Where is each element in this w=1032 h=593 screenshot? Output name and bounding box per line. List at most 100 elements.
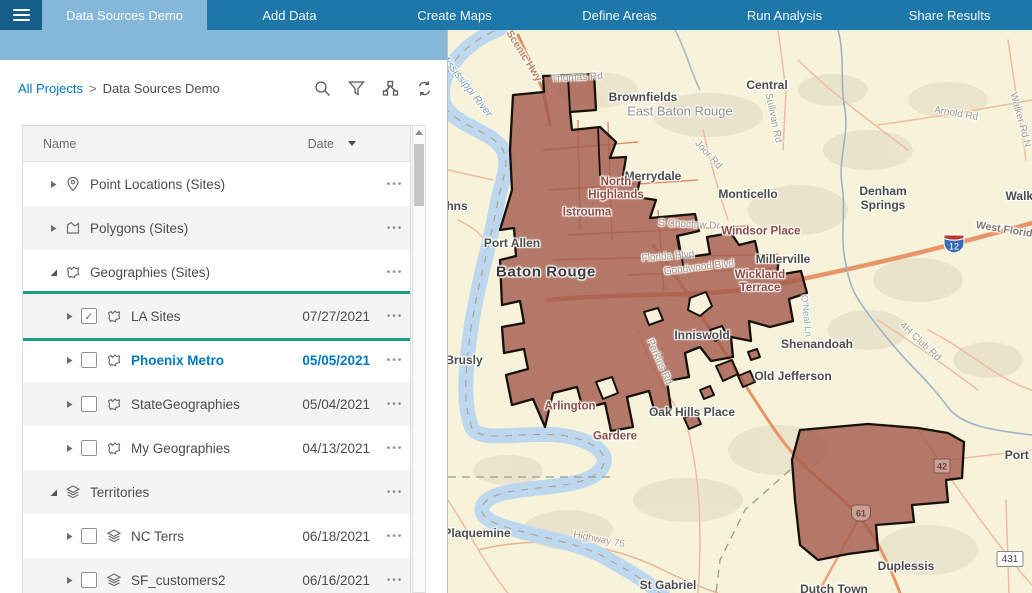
row-date: 06/18/2021: [302, 528, 370, 544]
checkbox-checked[interactable]: ✓: [81, 308, 97, 324]
map-label-oak-hills-place: Oak Hills Place: [648, 405, 736, 420]
pin-icon: [65, 176, 81, 192]
nav-tab-define-areas[interactable]: Define Areas: [537, 0, 702, 30]
list-scrollbar[interactable]: [412, 125, 426, 593]
expand-caret-icon[interactable]: [63, 576, 75, 585]
nav-tab-create-maps[interactable]: Create Maps: [372, 0, 537, 30]
map-label-s-choctaw-dr: S Choctaw Dr: [657, 217, 721, 232]
map-label-istrouma: Istrouma: [562, 206, 612, 219]
row-options-icon[interactable]: •••: [380, 311, 410, 322]
map-label-hns: hns: [448, 199, 468, 214]
row-name: SF_customers2: [131, 572, 226, 588]
map-label-st-gabriel: St Gabriel: [639, 578, 697, 593]
table-row-geographies-sites[interactable]: Geographies (Sites) •••: [23, 250, 410, 294]
date-column-header[interactable]: Date: [308, 137, 334, 151]
map-label-millerville: Millerville: [755, 252, 811, 267]
row-date: 05/04/2021: [302, 396, 370, 412]
expand-caret-icon[interactable]: [63, 444, 75, 453]
polygon-icon: [65, 220, 81, 236]
row-options-icon[interactable]: •••: [380, 487, 410, 498]
scroll-up-icon[interactable]: [415, 130, 423, 135]
table-row-territories[interactable]: Territories •••: [23, 470, 410, 514]
nav-tab-add-data[interactable]: Add Data: [207, 0, 372, 30]
map-label-old-jefferson: Old Jefferson: [754, 369, 832, 384]
checkbox-unchecked[interactable]: [81, 528, 97, 544]
map-labels: Brownfields Central East Baton Rouge Merryd…: [448, 30, 1032, 593]
breadcrumb-row: All Projects > Data Sources Demo: [0, 60, 447, 97]
checkbox-unchecked[interactable]: [81, 440, 97, 456]
row-options-icon[interactable]: •••: [380, 267, 410, 278]
expand-caret-icon[interactable]: [47, 224, 59, 233]
name-column-header: Name: [43, 136, 77, 151]
menu-icon[interactable]: [0, 0, 42, 30]
row-options-icon[interactable]: •••: [380, 223, 410, 234]
panel-toolbar: [314, 80, 433, 97]
table-row-la-sites[interactable]: ✓ LA Sites 07/27/2021 •••: [23, 291, 410, 341]
row-name: StateGeographies: [131, 396, 240, 412]
table-row-point-locations-sites[interactable]: Point Locations (Sites) •••: [23, 162, 410, 206]
expand-caret-icon[interactable]: [63, 312, 75, 321]
map-label-perkins-rd: Perkins Rd: [644, 337, 675, 387]
expand-caret-icon[interactable]: [47, 180, 59, 189]
geography-icon: [106, 308, 122, 324]
map-label-shenandoah: Shenandoah: [780, 337, 854, 352]
map-label-walker: Walker: [1005, 189, 1032, 204]
expand-caret-icon[interactable]: [63, 400, 75, 409]
breadcrumb-separator: >: [89, 81, 97, 96]
nav-tabs: Data Sources Demo Add Data Create Maps Defi…: [42, 0, 1032, 30]
row-options-icon[interactable]: •••: [380, 443, 410, 454]
breadcrumb: All Projects > Data Sources Demo: [18, 81, 314, 96]
map[interactable]: Brownfields Central East Baton Rouge Merryd…: [448, 30, 1032, 593]
checkbox-unchecked[interactable]: [81, 352, 97, 368]
table-row-polygons-sites[interactable]: Polygons (Sites) •••: [23, 206, 410, 250]
business-analyst-app: Data Sources Demo Add Data Create Maps Defi…: [0, 0, 1032, 593]
map-label-windsor-place: Windsor Place: [721, 225, 801, 238]
row-date: 07/27/2021: [302, 308, 370, 324]
row-name: Territories: [90, 484, 150, 500]
row-options-icon[interactable]: •••: [380, 355, 410, 366]
row-options-icon[interactable]: •••: [380, 179, 410, 190]
refresh-icon[interactable]: [416, 80, 433, 97]
expand-caret-icon[interactable]: [63, 356, 75, 365]
collapse-caret-icon[interactable]: [47, 488, 59, 497]
data-sources-panel: All Projects > Data Sources Demo Name Date…: [0, 30, 448, 593]
map-label-duplessis: Duplessis: [877, 559, 935, 574]
layers-icon: [65, 484, 81, 500]
table-row-phoenix-metro[interactable]: Phoenix Metro 05/05/2021 •••: [23, 338, 410, 382]
table-header: Name Date: [23, 126, 410, 162]
row-options-icon[interactable]: •••: [380, 575, 410, 586]
layers-icon: [106, 528, 122, 544]
expand-caret-icon[interactable]: [63, 532, 75, 541]
table-rows: Point Locations (Sites) ••• Polygons (Site…: [23, 162, 410, 593]
breadcrumb-all-projects-link[interactable]: All Projects: [18, 81, 83, 96]
checkbox-unchecked[interactable]: [81, 572, 97, 588]
table-row-sf-customers2[interactable]: SF_customers2 06/16/2021 •••: [23, 558, 410, 593]
geography-icon: [106, 396, 122, 412]
panel-band: [0, 30, 447, 60]
map-label-denham-springs: Denham Springs: [859, 184, 907, 212]
hierarchy-icon[interactable]: [382, 80, 399, 97]
row-options-icon[interactable]: •••: [380, 399, 410, 410]
table-row-my-geographies[interactable]: My Geographies 04/13/2021 •••: [23, 426, 410, 470]
route-shield-42: 42: [933, 458, 951, 474]
route-shield-61: 61: [851, 504, 871, 522]
nav-tab-run-analysis[interactable]: Run Analysis: [702, 0, 867, 30]
row-date: 04/13/2021: [302, 440, 370, 456]
table-row-nc-terrs[interactable]: NC Terrs 06/18/2021 •••: [23, 514, 410, 558]
search-icon[interactable]: [314, 80, 331, 97]
map-label-joor-rd: Joor Rd: [692, 138, 724, 172]
breadcrumb-current: Data Sources Demo: [102, 81, 220, 96]
filter-icon[interactable]: [348, 80, 365, 97]
nav-tab-share-results[interactable]: Share Results: [867, 0, 1032, 30]
scroll-thumb[interactable]: [414, 144, 424, 206]
map-label-walker-rd-n: Walker Rd N: [1007, 91, 1032, 149]
collapse-caret-icon[interactable]: [47, 268, 59, 277]
row-name: Geographies (Sites): [90, 264, 211, 280]
map-label-west-florida: West Florida: [975, 219, 1032, 241]
map-label-brusly: Brusly: [448, 353, 483, 368]
nav-tab-data-sources-demo[interactable]: Data Sources Demo: [42, 0, 207, 30]
row-options-icon[interactable]: •••: [380, 531, 410, 542]
table-row-stategeographies[interactable]: StateGeographies 05/04/2021 •••: [23, 382, 410, 426]
checkbox-unchecked[interactable]: [81, 396, 97, 412]
sort-caret-icon[interactable]: [348, 141, 356, 146]
